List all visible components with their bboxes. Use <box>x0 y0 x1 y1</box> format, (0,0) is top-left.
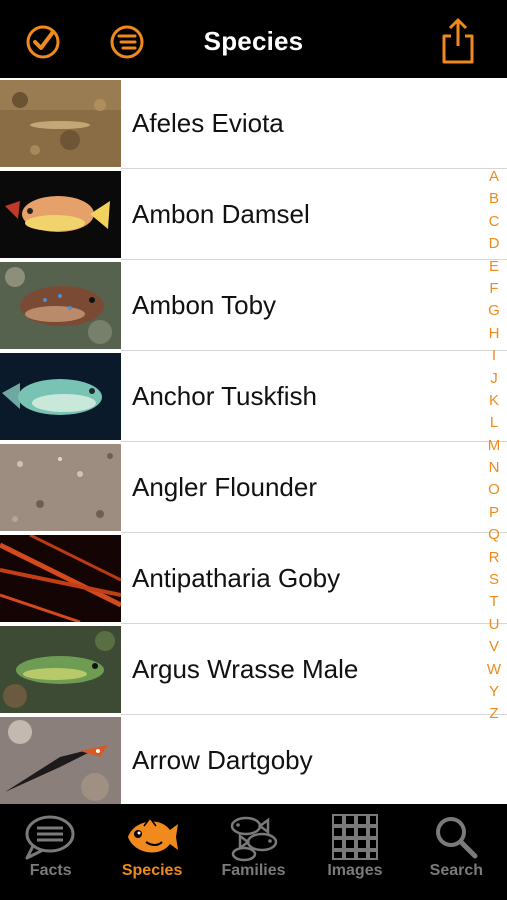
speech-bubble-icon <box>25 815 75 860</box>
index-letter[interactable]: J <box>490 368 498 390</box>
species-name: Ambon Toby <box>132 290 277 320</box>
index-letter[interactable]: U <box>489 614 500 636</box>
index-letter[interactable]: Z <box>489 703 498 725</box>
navigation-bar: Species <box>0 0 507 78</box>
tab-species[interactable]: Species <box>101 804 202 900</box>
alphabet-index[interactable]: ABCDEFGHIJKLMNOPQRSTUVWYZ <box>484 166 504 726</box>
species-thumbnail <box>0 717 121 804</box>
species-name: Argus Wrasse Male <box>132 654 359 684</box>
species-thumbnail <box>0 353 121 440</box>
tab-search[interactable]: Search <box>406 804 507 900</box>
grid-icon <box>331 814 378 860</box>
list-item[interactable]: Arrow Dartgoby <box>0 715 507 804</box>
fish-group-icon <box>230 816 277 862</box>
index-letter[interactable]: I <box>492 345 496 367</box>
species-thumbnail <box>0 535 121 622</box>
share-icon <box>442 18 474 64</box>
index-letter[interactable]: O <box>488 479 500 501</box>
species-thumbnail <box>0 626 121 713</box>
species-list[interactable]: Afeles Eviota Ambon Damsel Ambon Toby An… <box>0 78 507 804</box>
index-letter[interactable]: E <box>489 256 499 278</box>
index-letter[interactable]: Q <box>488 524 500 546</box>
list-item[interactable]: Anchor Tuskfish <box>0 351 507 442</box>
index-letter[interactable]: A <box>489 166 499 188</box>
tab-label: Species <box>121 862 183 879</box>
tab-families[interactable]: Families <box>203 804 304 900</box>
index-letter[interactable]: L <box>490 412 498 434</box>
tab-label: Images <box>327 862 383 879</box>
index-letter[interactable]: P <box>489 502 499 524</box>
magnifier-icon <box>436 817 478 859</box>
species-thumbnail <box>0 171 121 258</box>
species-name: Afeles Eviota <box>132 108 284 138</box>
tab-label: Families <box>221 862 286 879</box>
species-thumbnail <box>0 262 121 349</box>
species-thumbnail <box>0 444 121 531</box>
index-letter[interactable]: K <box>489 390 499 412</box>
index-letter[interactable]: N <box>489 457 500 479</box>
tab-facts[interactable]: Facts <box>0 804 101 900</box>
tab-label: Search <box>429 862 484 879</box>
index-letter[interactable]: G <box>488 300 500 322</box>
tab-bar: Facts Species Families Images Search <box>0 804 507 900</box>
species-name: Angler Flounder <box>132 472 317 502</box>
species-thumbnail <box>0 80 121 167</box>
index-letter[interactable]: M <box>488 435 501 457</box>
index-letter[interactable]: R <box>489 547 500 569</box>
list-item[interactable]: Angler Flounder <box>0 442 507 533</box>
fish-icon <box>128 816 179 853</box>
species-name: Arrow Dartgoby <box>132 745 313 775</box>
list-item[interactable]: Ambon Toby <box>0 260 507 351</box>
index-letter[interactable]: S <box>489 569 499 591</box>
tab-label: Facts <box>29 862 72 879</box>
list-item[interactable]: Antipatharia Goby <box>0 533 507 624</box>
species-name: Antipatharia Goby <box>132 563 341 593</box>
index-letter[interactable]: H <box>489 323 500 345</box>
index-letter[interactable]: C <box>489 211 500 233</box>
index-letter[interactable]: V <box>489 636 499 658</box>
index-letter[interactable]: B <box>489 188 499 210</box>
list-item[interactable]: Ambon Damsel <box>0 169 507 260</box>
page-title: Species <box>203 26 304 56</box>
index-letter[interactable]: F <box>489 278 498 300</box>
species-name: Anchor Tuskfish <box>132 381 317 411</box>
index-letter[interactable]: D <box>489 233 500 255</box>
share-button[interactable] <box>438 16 478 66</box>
list-item[interactable]: Afeles Eviota <box>0 78 507 169</box>
index-letter[interactable]: Y <box>489 681 499 703</box>
index-letter[interactable]: W <box>487 659 501 681</box>
tab-images[interactable]: Images <box>304 804 405 900</box>
list-item[interactable]: Argus Wrasse Male <box>0 624 507 715</box>
index-letter[interactable]: T <box>489 591 498 613</box>
species-name: Ambon Damsel <box>132 199 310 229</box>
